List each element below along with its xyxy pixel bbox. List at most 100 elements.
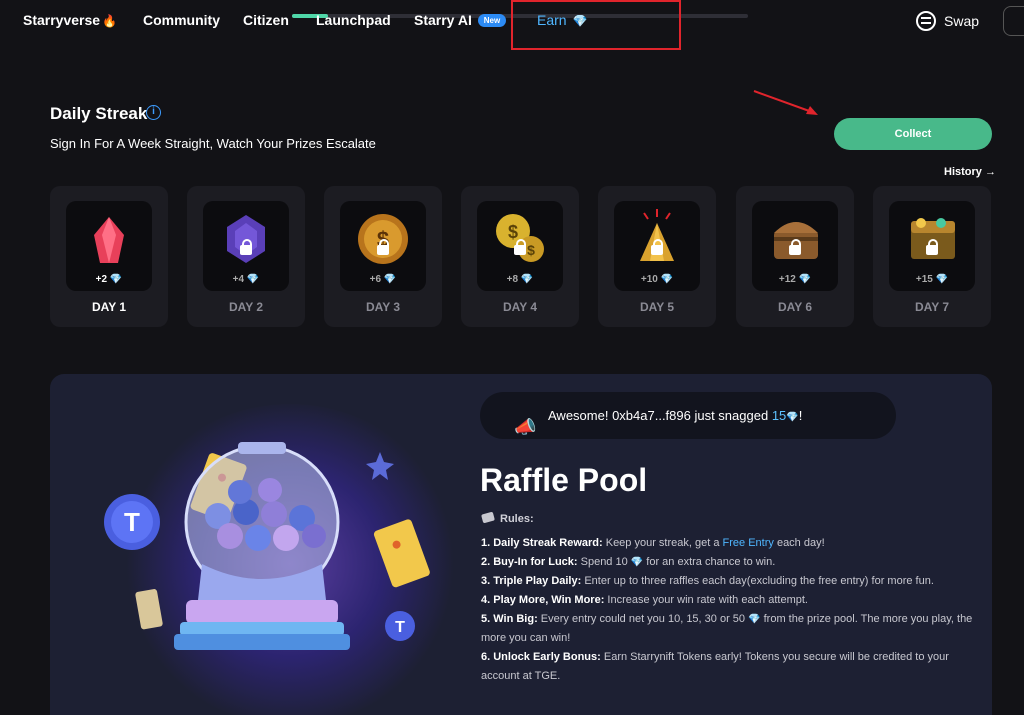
day-reward: +10 💎 — [614, 274, 700, 285]
day-reward-amount: +15 — [915, 274, 936, 285]
diamond-icon: 💎 — [383, 274, 397, 285]
nav-citizen-label: Citizen — [243, 12, 289, 28]
rule-title: 3. Triple Play Daily: — [481, 575, 582, 587]
nav-starryverse-label: Starryverse — [23, 12, 101, 28]
day-card-5[interactable]: +10 💎 DAY 5 — [598, 186, 716, 327]
day-card-4[interactable]: $ $ +8 💎 DAY 4 — [461, 186, 579, 327]
day-reward-amount: +2 — [95, 274, 110, 285]
free-entry-link[interactable]: Free Entry — [723, 537, 774, 549]
day-label: DAY 4 — [502, 300, 538, 314]
lock-icon — [377, 239, 389, 255]
rule-title: 1. Daily Streak Reward: — [481, 537, 603, 549]
red-arrow-annotation — [753, 90, 818, 115]
swap-icon — [916, 11, 936, 31]
nav-launchpad[interactable]: Launchpad — [316, 12, 391, 28]
rule-item-2: 2. Buy-In for Luck: Spend 10 💎 for an ex… — [481, 553, 981, 572]
day-prize-box: +12 💎 — [752, 201, 838, 291]
gold-bars-icon — [640, 209, 674, 261]
gumball-machine-image: T T — [104, 442, 430, 650]
streak-title: Daily Streak — [50, 104, 148, 123]
raffle-title: Raffle Pool — [480, 462, 648, 498]
diamond-icon: 💎 — [109, 274, 123, 285]
day-prize-box: $ +6 💎 — [340, 201, 426, 291]
collect-button[interactable]: Collect — [834, 118, 992, 150]
purple-gem-icon — [227, 215, 265, 263]
day-reward: +6 💎 — [340, 274, 426, 285]
diamond-icon: 💎 — [798, 274, 812, 285]
rules-heading-text: Rules: — [500, 513, 534, 525]
day-card-3[interactable]: $ +6 💎 DAY 3 — [324, 186, 442, 327]
info-icon[interactable]: i — [146, 105, 161, 120]
diamond-icon: 💎 — [935, 274, 949, 285]
diamond-icon: 💎 — [520, 274, 534, 285]
day-prize-box: +15 💎 — [889, 201, 975, 291]
day-reward-amount: +10 — [640, 274, 661, 285]
lock-icon — [789, 239, 801, 255]
wallet-button[interactable] — [1003, 6, 1024, 36]
day-card-2[interactable]: +4 💎 DAY 2 — [187, 186, 305, 327]
day-reward: +2 💎 — [66, 274, 152, 285]
red-crystal-icon — [94, 217, 124, 263]
new-badge: New — [477, 14, 507, 27]
day-prize-box: $ $ +8 💎 — [477, 201, 563, 291]
ticket-icon — [481, 511, 495, 524]
lock-icon — [651, 239, 663, 255]
fire-icon: 🔥 — [102, 14, 118, 28]
day-reward: +15 💎 — [889, 274, 975, 285]
rule-title: 5. Win Big: — [481, 613, 538, 625]
diamond-icon: 💎 — [660, 274, 674, 285]
day-label: DAY 6 — [777, 300, 813, 314]
rules-list: 1. Daily Streak Reward: Keep your streak… — [481, 534, 981, 686]
diamond-icon: 💎 — [630, 557, 644, 568]
day-reward-amount: +8 — [506, 274, 521, 285]
swap-label: Swap — [944, 13, 980, 29]
announce-suffix: ! — [798, 408, 803, 423]
announce-amount: 15 — [771, 408, 787, 423]
rule-title: 6. Unlock Early Bonus: — [481, 651, 601, 663]
gold-chest-icon — [911, 218, 955, 259]
rule-item-6: 6. Unlock Early Bonus: Earn Starrynift T… — [481, 651, 949, 682]
treasure-chest-icon — [774, 222, 818, 259]
svg-text:$: $ — [527, 242, 535, 258]
lock-icon — [240, 239, 252, 255]
day-card-1[interactable]: +2 💎 DAY 1 — [50, 186, 168, 327]
nav-starry-ai-label: Starry AI — [414, 12, 472, 28]
day-reward-amount: +6 — [369, 274, 384, 285]
rule-title: 2. Buy-In for Luck: — [481, 556, 578, 568]
rule-title: 4. Play More, Win More: — [481, 594, 605, 606]
coin-stack-icon: $$ — [496, 214, 544, 262]
lock-icon — [926, 239, 938, 255]
day-reward: +12 💎 — [752, 274, 838, 285]
rules-heading: Rules: — [481, 511, 534, 525]
rule-item-5: 5. Win Big: Every entry could net you 10… — [481, 610, 981, 648]
day-label: DAY 2 — [228, 300, 264, 314]
nav-citizen[interactable]: Citizen — [243, 12, 289, 28]
day-label: DAY 7 — [914, 300, 950, 314]
day-reward-amount: +4 — [232, 274, 247, 285]
winner-announcement: 📣 Awesome! 0xb4a7...f896 just snagged 15… — [480, 392, 896, 439]
lock-icon — [514, 239, 526, 255]
day-prize-box: +10 💎 — [614, 201, 700, 291]
streak-subtitle: Sign In For A Week Straight, Watch Your … — [50, 136, 376, 151]
top-nav: Starryverse 🔥 Community Citizen Launchpad… — [0, 0, 1024, 50]
day-prize-box: +4 💎 — [203, 201, 289, 291]
nav-starryverse[interactable]: Starryverse 🔥 — [23, 12, 117, 28]
megaphone-icon: 📣 — [514, 417, 537, 437]
rule-item-3: 3. Triple Play Daily: Enter up to three … — [481, 575, 934, 587]
diamond-icon: 💎 — [786, 412, 799, 423]
rule-item-4: 4. Play More, Win More: Increase your wi… — [481, 594, 808, 606]
day-card-7[interactable]: +15 💎 DAY 7 — [873, 186, 991, 327]
swap-button[interactable]: Swap — [916, 11, 979, 31]
day-label: DAY 3 — [365, 300, 401, 314]
day-card-6[interactable]: +12 💎 DAY 6 — [736, 186, 854, 327]
nav-community[interactable]: Community — [143, 12, 220, 28]
rule-item-1: 1. Daily Streak Reward: Keep your streak… — [481, 537, 825, 549]
nav-launchpad-label: Launchpad — [316, 12, 391, 28]
diamond-icon: 💎 — [748, 614, 761, 625]
history-link[interactable]: History → — [944, 166, 996, 178]
day-reward-amount: +12 — [778, 274, 799, 285]
day-label: DAY 1 — [91, 300, 127, 314]
announce-text: Awesome! 0xb4a7...f896 just snagged — [548, 408, 772, 423]
nav-starry-ai[interactable]: Starry AI New — [414, 12, 507, 28]
day-reward: +8 💎 — [477, 274, 563, 285]
